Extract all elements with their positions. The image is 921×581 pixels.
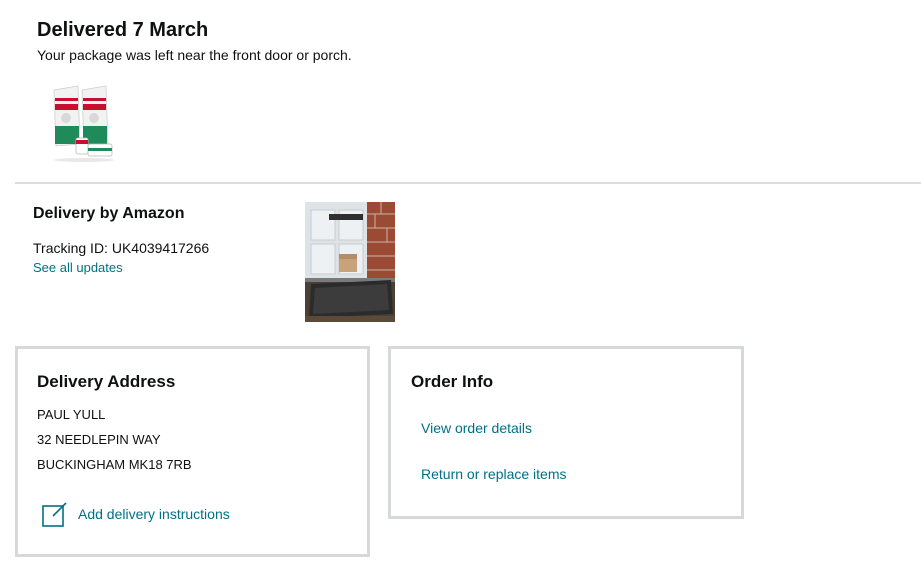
section-divider <box>15 182 921 184</box>
delivery-status-subtitle: Your package was left near the front doo… <box>37 47 352 63</box>
address-name: PAUL YULL <box>37 407 106 422</box>
delivery-address-title: Delivery Address <box>37 372 176 391</box>
see-all-updates-link[interactable]: See all updates <box>33 260 123 275</box>
view-order-details-link[interactable]: View order details <box>421 420 532 436</box>
delivery-status-title: Delivered 7 March <box>37 19 209 41</box>
product-image[interactable] <box>48 82 120 164</box>
order-info-title: Order Info <box>411 372 494 391</box>
order-info-card: Order Info View order details Return or … <box>388 346 744 519</box>
delivery-address-card: Delivery Address PAUL YULL 32 NEEDLEPIN … <box>15 346 370 557</box>
delivery-photo[interactable] <box>305 202 395 322</box>
add-delivery-instructions-link[interactable]: Add delivery instructions <box>78 506 230 522</box>
tracking-id: Tracking ID: UK4039417266 <box>33 240 210 256</box>
carrier-title: Delivery by Amazon <box>33 205 185 222</box>
return-or-replace-items-link[interactable]: Return or replace items <box>421 466 567 482</box>
address-street: 32 NEEDLEPIN WAY <box>37 432 161 447</box>
address-city-postcode: BUCKINGHAM MK18 7RB <box>37 457 192 472</box>
edit-note-icon[interactable] <box>42 501 68 527</box>
